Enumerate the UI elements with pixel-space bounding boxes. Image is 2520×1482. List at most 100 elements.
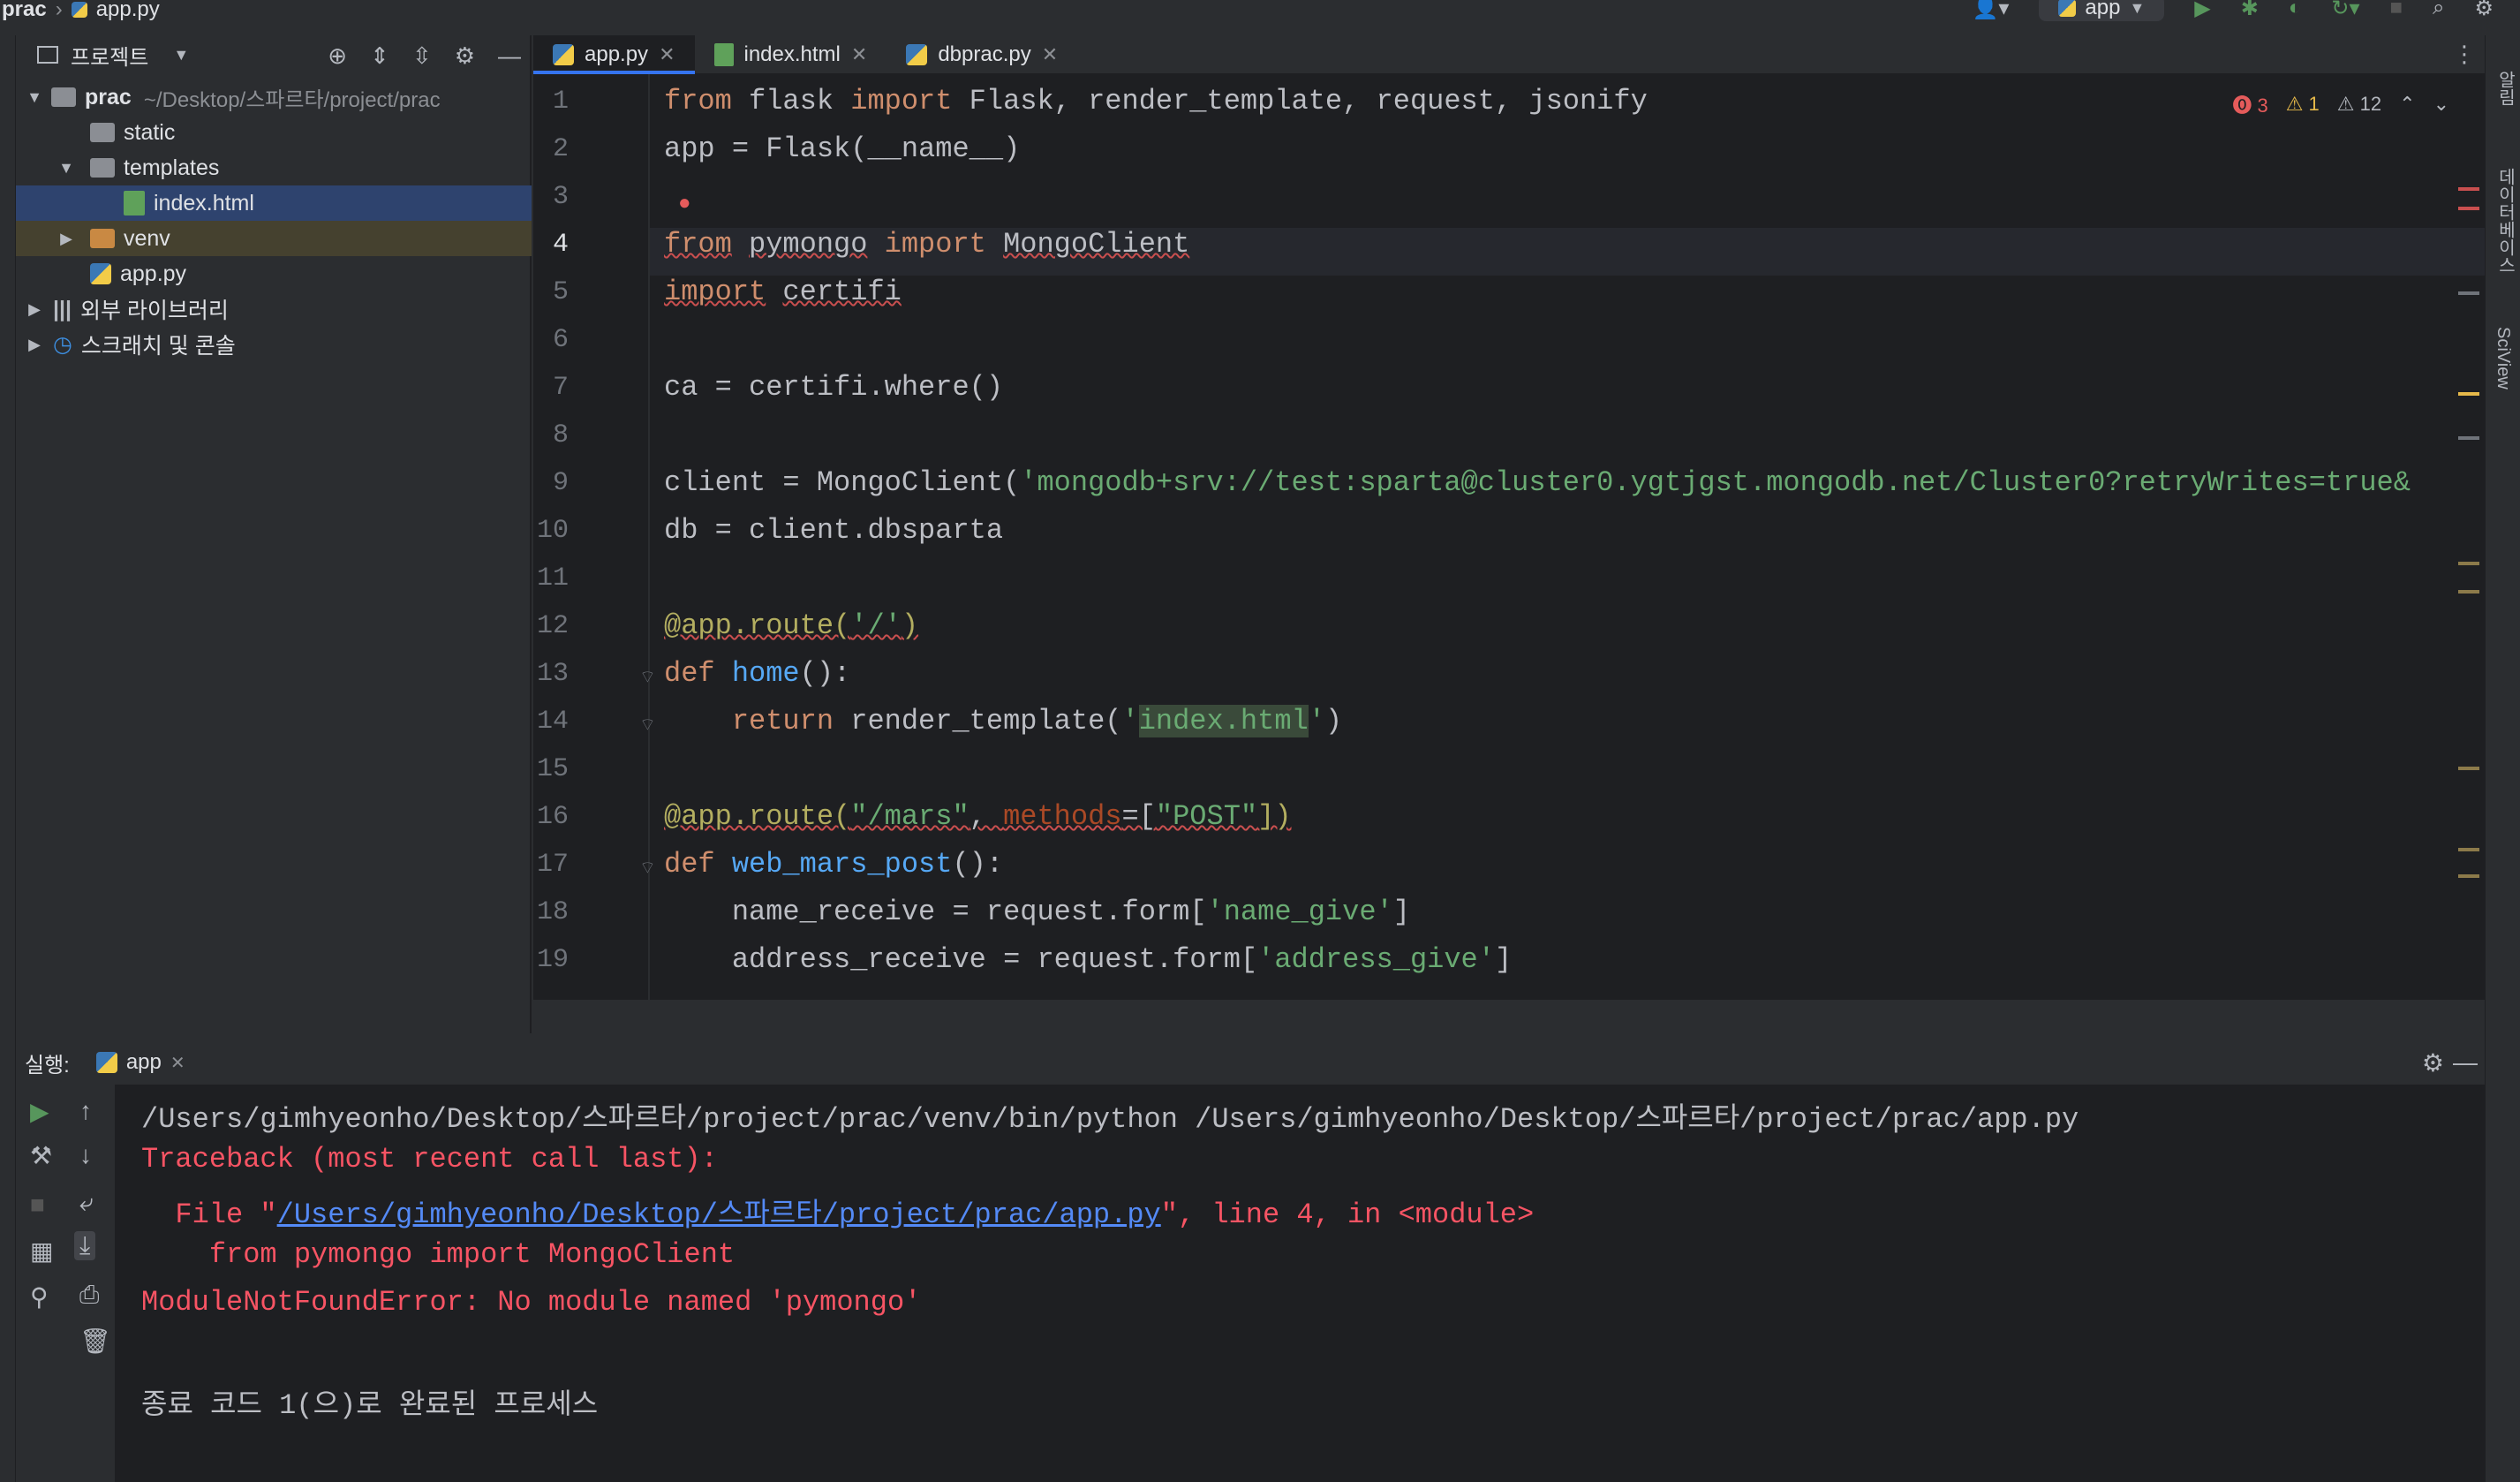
code-line: from flask import Flask, render_template… bbox=[664, 85, 1648, 117]
chevron-down-icon[interactable]: ▼ bbox=[57, 159, 76, 178]
tree-item-scratches[interactable]: ▶ ◷ 스크래치 및 콘솔 bbox=[16, 327, 532, 362]
weak-stripe[interactable] bbox=[2458, 767, 2479, 770]
user-icon[interactable]: 👤▾ bbox=[1972, 0, 2009, 21]
rerun-icon[interactable]: ▶ bbox=[30, 1097, 49, 1126]
weak-stripe[interactable] bbox=[2458, 590, 2479, 594]
project-panel-title[interactable]: 프로젝트 bbox=[71, 40, 148, 71]
tree-item-label: 외부 라이브러리 bbox=[79, 299, 229, 323]
html-file-icon bbox=[713, 42, 734, 66]
run-tab[interactable]: app ✕ bbox=[95, 1050, 185, 1075]
code-line: @app.route('/') bbox=[664, 609, 919, 642]
error-stripe[interactable] bbox=[2458, 187, 2479, 191]
fold-icon[interactable]: ⌔ bbox=[639, 714, 656, 736]
notifications-tool[interactable]: 알림 bbox=[2493, 71, 2518, 106]
line-number: 10 bbox=[536, 516, 569, 546]
run-icon[interactable]: ▶ bbox=[2194, 0, 2210, 21]
tab-app-py[interactable]: app.py ✕ bbox=[533, 35, 695, 74]
collapse-all-icon[interactable]: ⇳ bbox=[412, 42, 432, 70]
minimize-icon[interactable]: — bbox=[498, 42, 521, 70]
warning-stripe[interactable] bbox=[2458, 392, 2479, 396]
scroll-to-end-icon[interactable]: ⤓ bbox=[74, 1231, 96, 1260]
error-count: ⓿ 3 bbox=[2232, 95, 2268, 117]
database-tool[interactable]: 데이터베이스 bbox=[2493, 168, 2518, 274]
stop-icon[interactable]: ■ bbox=[30, 1191, 45, 1219]
expand-all-icon[interactable]: ⇕ bbox=[370, 42, 389, 70]
locate-icon[interactable]: ⊕ bbox=[328, 42, 347, 70]
python-file-icon bbox=[71, 2, 87, 18]
line-number: 12 bbox=[536, 611, 569, 641]
chevron-right-icon[interactable]: ▶ bbox=[57, 230, 76, 248]
project-panel-header: 프로젝트 ▼ ⊕ ⇕ ⇳ ⚙ — bbox=[16, 35, 530, 74]
close-icon[interactable]: ✕ bbox=[1042, 43, 1058, 66]
gear-icon[interactable]: ⚙ bbox=[455, 42, 475, 70]
error-stripe[interactable] bbox=[2458, 207, 2479, 210]
chevron-up-icon[interactable]: ⌃ bbox=[2399, 93, 2415, 116]
weak-stripe[interactable] bbox=[2458, 436, 2479, 440]
line-number: 3 bbox=[552, 182, 569, 212]
file-link[interactable]: /Users/gimhyeonho/Desktop/스파르타/project/p… bbox=[277, 1198, 1161, 1231]
code-line: address_receive = request.form['address_… bbox=[664, 943, 1513, 976]
line-number: 8 bbox=[552, 420, 569, 450]
chevron-down-icon[interactable]: ⌄ bbox=[2433, 93, 2449, 116]
tree-item-templates[interactable]: ▼ templates bbox=[16, 150, 532, 185]
python-file-icon bbox=[90, 263, 111, 284]
breadcrumb-file[interactable]: app.py bbox=[96, 0, 160, 22]
weak-warning-count: ⚠ 12 bbox=[2336, 93, 2382, 115]
tree-item-index-html[interactable]: index.html bbox=[16, 185, 532, 221]
minimize-icon[interactable]: — bbox=[2453, 1048, 2478, 1077]
weak-stripe[interactable] bbox=[2458, 848, 2479, 851]
line-number: 18 bbox=[536, 897, 569, 927]
more-options-icon[interactable]: ⋮ bbox=[2453, 41, 2476, 68]
layout-icon[interactable]: ▦ bbox=[30, 1236, 53, 1266]
line-number: 1 bbox=[552, 87, 569, 117]
tree-item-static[interactable]: static bbox=[16, 115, 532, 150]
trash-icon[interactable]: 🗑 bbox=[79, 1327, 111, 1356]
tab-dbprac-py[interactable]: dbprac.py ✕ bbox=[887, 35, 1077, 73]
soft-wrap-icon[interactable]: ⤶ bbox=[79, 1189, 94, 1218]
arrow-up-icon[interactable]: ↑ bbox=[79, 1097, 92, 1125]
chevron-right-icon[interactable]: ▶ bbox=[25, 336, 44, 354]
gear-icon[interactable]: ⚙ bbox=[2422, 1048, 2444, 1077]
weak-stripe[interactable] bbox=[2458, 874, 2479, 878]
close-icon[interactable]: ✕ bbox=[659, 43, 675, 66]
coverage-icon[interactable]: ◐ bbox=[2289, 0, 2302, 20]
weak-stripe[interactable] bbox=[2458, 291, 2479, 295]
title-bar: prac › app.py 👤▾ app ▼ ▶ ✱ ◐ ↻▾ ■ ⌕ ⚙ bbox=[0, 0, 2520, 22]
weak-stripe[interactable] bbox=[2458, 562, 2479, 565]
run-console[interactable]: ▶ ↑ ⚒ ↓ ■ ⤶ ▦ ⤓ ⚲ ⎙ 🗑 /Users/gimhyeonho/… bbox=[16, 1085, 2485, 1482]
debug-icon[interactable]: ✱ bbox=[2241, 0, 2259, 21]
chevron-right-icon[interactable]: ▶ bbox=[25, 300, 44, 319]
pin-icon[interactable]: ⚲ bbox=[30, 1282, 49, 1312]
stop-icon[interactable]: ■ bbox=[2390, 0, 2403, 20]
breadcrumb-project[interactable]: prac bbox=[2, 0, 47, 22]
run-panel-label: 실행: bbox=[25, 1053, 70, 1077]
code-line: @app.route("/mars", methods=["POST"]) bbox=[664, 800, 1292, 833]
close-icon[interactable]: ✕ bbox=[851, 43, 867, 66]
search-icon[interactable]: ⌕ bbox=[2433, 0, 2444, 20]
fold-icon[interactable]: ⌔ bbox=[639, 666, 656, 688]
line-number: 13 bbox=[536, 659, 569, 689]
tree-item-prac[interactable]: ▼ prac ~/Desktop/스파르타/project/prac bbox=[16, 79, 532, 115]
profile-icon[interactable]: ↻▾ bbox=[2331, 0, 2359, 21]
tree-item-app-py[interactable]: app.py bbox=[16, 256, 532, 291]
fold-icon[interactable]: ⌔ bbox=[639, 857, 656, 879]
sciview-tool[interactable]: SciView bbox=[2493, 327, 2513, 389]
bulb-icon[interactable]: ● bbox=[678, 191, 691, 215]
tab-index-html[interactable]: index.html ✕ bbox=[695, 35, 887, 73]
tab-label: dbprac.py bbox=[938, 42, 1031, 66]
line-number: 19 bbox=[536, 945, 569, 975]
code-editor[interactable]: 1 2 3 4 5 6 7 8 9 10 11 12 13 14 15 16 1… bbox=[533, 74, 2485, 1000]
tree-item-external-libraries[interactable]: ▶ ||| 외부 라이브러리 bbox=[16, 291, 532, 327]
console-exit: 종료 코드 1(으)로 완료된 프로세스 bbox=[141, 1389, 599, 1422]
close-icon[interactable]: ✕ bbox=[170, 1052, 185, 1074]
arrow-down-icon[interactable]: ↓ bbox=[79, 1141, 92, 1169]
code-line: return render_template('index.html') bbox=[731, 705, 1343, 737]
chevron-down-icon[interactable]: ▼ bbox=[25, 88, 44, 107]
tree-item-venv[interactable]: ▶ venv bbox=[16, 221, 532, 256]
print-icon[interactable]: ⎙ bbox=[79, 1281, 99, 1310]
wrench-icon[interactable]: ⚒ bbox=[30, 1141, 52, 1170]
run-config-select[interactable]: app ▼ bbox=[2039, 0, 2165, 21]
gear-icon[interactable]: ⚙ bbox=[2474, 0, 2494, 21]
chevron-down-icon[interactable]: ▼ bbox=[173, 46, 189, 64]
inspection-widget[interactable]: ⓿ 3 ⚠ 1 ⚠ 12 ⌃ ⌄ bbox=[2232, 90, 2449, 118]
